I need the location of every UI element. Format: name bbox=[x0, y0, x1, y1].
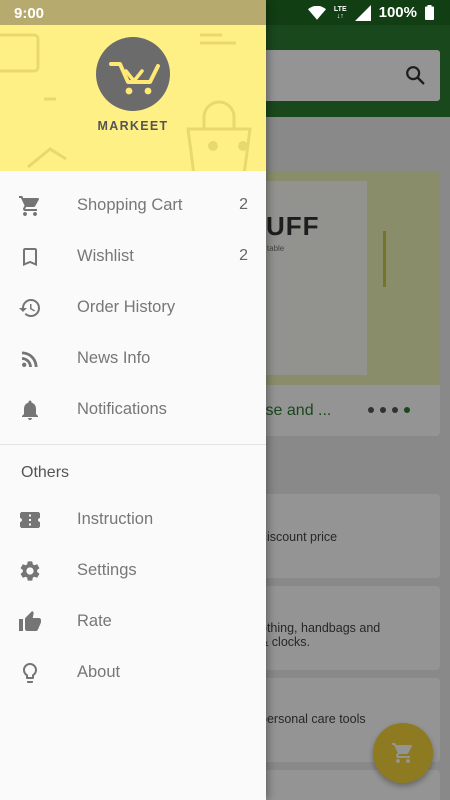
bell-icon bbox=[22, 400, 38, 420]
menu-divider bbox=[0, 444, 266, 445]
app-logo bbox=[96, 37, 170, 111]
status-time: 9:00 bbox=[14, 5, 45, 22]
menu-label: Rate bbox=[77, 612, 112, 630]
menu-label: News Info bbox=[77, 349, 151, 367]
menu-item-instruction[interactable]: Instruction bbox=[0, 494, 266, 545]
menu-item-news-info[interactable]: News Info bbox=[0, 333, 266, 384]
lightbulb-icon bbox=[23, 663, 37, 683]
menu-label: Shopping Cart bbox=[77, 196, 183, 214]
drawer-header: MARKEET bbox=[0, 25, 266, 171]
brand-name: MARKEET bbox=[97, 119, 169, 133]
menu-label: Notifications bbox=[77, 400, 167, 418]
menu-label: Instruction bbox=[77, 510, 154, 528]
battery-icon bbox=[425, 5, 434, 20]
cart-logo-icon bbox=[109, 62, 160, 95]
thumb-up-icon bbox=[19, 611, 41, 631]
menu-label: About bbox=[77, 663, 121, 681]
menu-label: Order History bbox=[77, 298, 176, 316]
menu-label: Wishlist bbox=[77, 247, 134, 265]
menu-item-rate[interactable]: Rate bbox=[0, 596, 266, 647]
navigation-drawer: MARKEET Shopping Cart 2 Wishlist 2 Order… bbox=[0, 0, 266, 800]
section-title-others: Others bbox=[21, 464, 70, 481]
ticket-icon bbox=[20, 512, 40, 528]
menu-item-notifications[interactable]: Notifications bbox=[0, 384, 266, 435]
wifi-icon bbox=[307, 5, 326, 20]
drawer-menu: Shopping Cart 2 Wishlist 2 Order History… bbox=[0, 180, 266, 435]
network-type-label: LTE bbox=[333, 5, 347, 13]
status-icons: LTE ↓↑ 100% bbox=[307, 4, 434, 21]
menu-item-about[interactable]: About bbox=[0, 647, 266, 698]
battery-percent: 100% bbox=[378, 4, 417, 21]
menu-item-settings[interactable]: Settings bbox=[0, 545, 266, 596]
menu-item-wishlist[interactable]: Wishlist 2 bbox=[0, 231, 266, 282]
menu-item-shopping-cart[interactable]: Shopping Cart 2 bbox=[0, 180, 266, 231]
network-type: LTE ↓↑ bbox=[333, 5, 347, 20]
wishlist-count: 2 bbox=[239, 247, 248, 264]
cart-icon bbox=[19, 196, 40, 216]
rss-icon bbox=[22, 351, 38, 367]
history-icon bbox=[19, 299, 40, 317]
cart-count: 2 bbox=[239, 196, 248, 213]
menu-label: Settings bbox=[77, 561, 137, 579]
gear-icon bbox=[20, 561, 40, 581]
bookmark-icon bbox=[23, 248, 37, 266]
drawer-menu-others: Instruction Settings Rate About bbox=[0, 494, 266, 698]
cell-signal-icon bbox=[354, 4, 371, 21]
menu-item-order-history[interactable]: Order History bbox=[0, 282, 266, 333]
